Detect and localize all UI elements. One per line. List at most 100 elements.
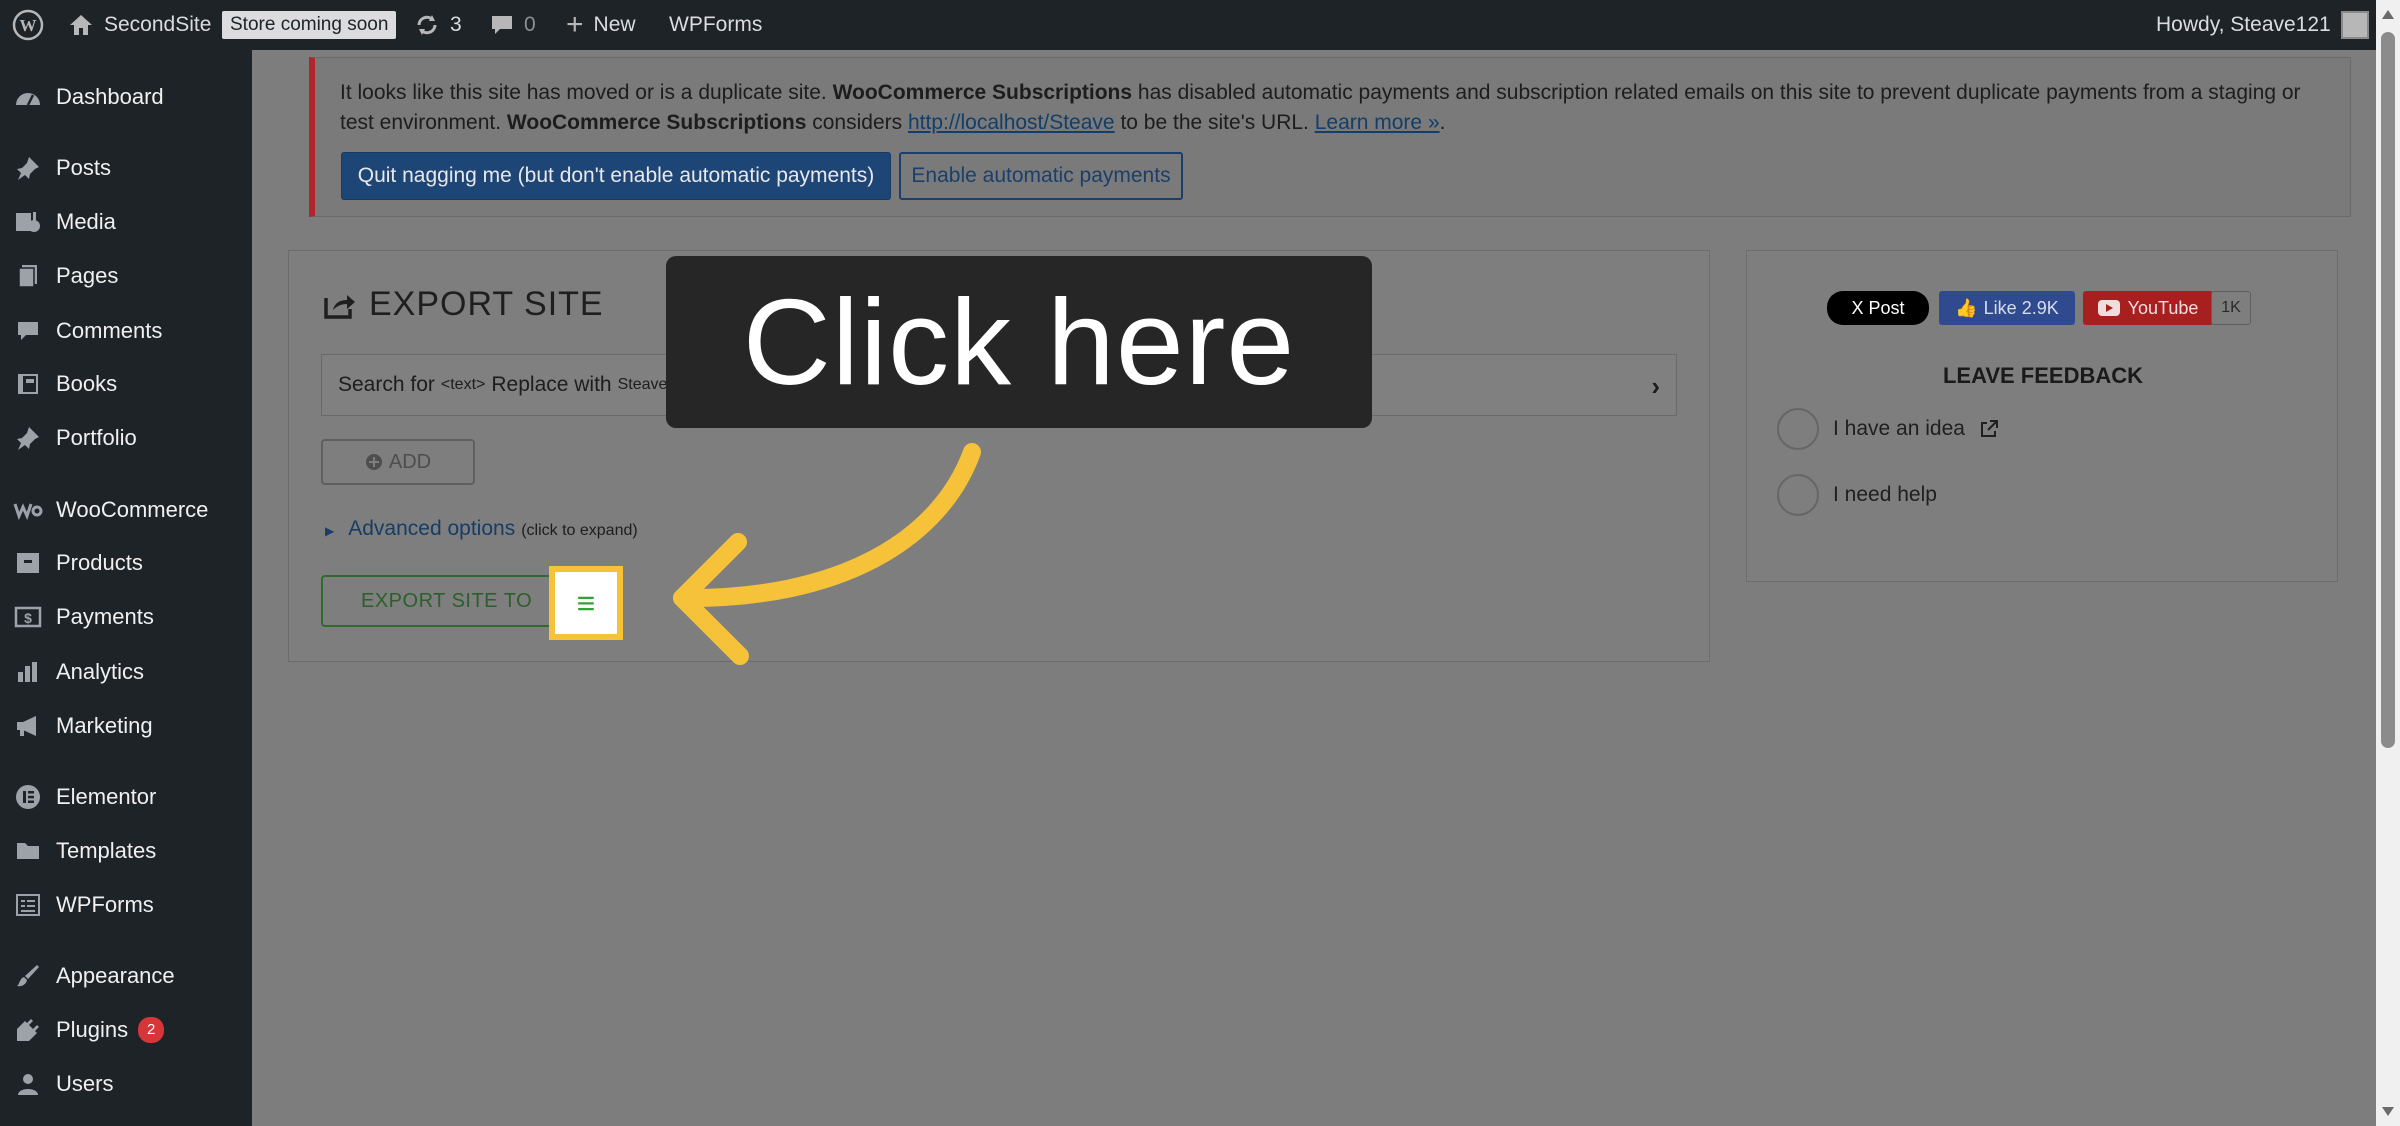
sidebar-label: Portfolio — [56, 425, 137, 450]
sidebar-item-portfolio[interactable]: Portfolio — [0, 413, 252, 463]
hamburger-icon: ≡ — [576, 584, 596, 621]
search-text-placeholder: <text> — [440, 376, 486, 393]
export-menu-toggle-button[interactable]: ≡ — [549, 566, 623, 640]
sidebar-item-appearance[interactable]: Appearance — [0, 951, 252, 1001]
scrollbar-thumb[interactable] — [2381, 32, 2395, 748]
plugins-update-count: 2 — [138, 1017, 165, 1043]
thumbs-up-icon: 👍 — [1955, 297, 1978, 318]
wordpress-logo-icon[interactable]: W — [12, 0, 44, 50]
home-icon — [70, 15, 92, 35]
scroll-down-icon[interactable] — [2382, 1107, 2394, 1116]
leave-feedback-heading: LEAVE FEEDBACK — [1942, 363, 2144, 388]
plus-circle-icon — [365, 454, 382, 470]
external-link-icon — [1980, 420, 1998, 437]
sidebar-item-payments[interactable]: $ Payments — [0, 592, 252, 642]
updates-icon — [417, 15, 437, 35]
payments-icon: $ — [0, 605, 56, 629]
comments-count: 0 — [524, 13, 536, 36]
analytics-icon — [0, 660, 56, 684]
sidebar-label: Analytics — [56, 659, 145, 684]
radio-button[interactable] — [1777, 408, 1819, 450]
scroll-up-icon[interactable] — [2382, 10, 2394, 19]
woocommerce-icon — [0, 500, 56, 520]
sidebar-item-books[interactable]: Books — [0, 359, 252, 409]
sidebar-item-marketing[interactable]: Marketing — [0, 701, 252, 751]
radio-button[interactable] — [1777, 474, 1819, 516]
updates-link[interactable]: 3 — [414, 0, 462, 50]
plug-icon — [0, 1017, 56, 1043]
sidebar-item-posts[interactable]: Posts — [0, 143, 252, 193]
new-content-link[interactable]: + New — [566, 0, 636, 50]
triangle-right-icon: ▶ — [325, 524, 335, 538]
new-label: New — [593, 13, 636, 36]
curved-arrow-icon — [673, 443, 981, 665]
sidebar-item-analytics[interactable]: Analytics — [0, 647, 252, 697]
my-account[interactable]: Howdy, Steave121 — [2156, 0, 2369, 50]
youtube-count: 1K — [2211, 291, 2251, 325]
sidebar-item-dashboard[interactable]: Dashboard — [0, 72, 252, 122]
products-icon — [0, 551, 56, 575]
megaphone-icon — [0, 714, 56, 738]
sidebar-item-comments[interactable]: Comments — [0, 306, 252, 356]
folder-icon — [0, 840, 56, 862]
feedback-option-help[interactable]: I need help — [1777, 473, 1937, 517]
sidebar-label: Books — [56, 371, 118, 396]
updates-count: 3 — [450, 13, 462, 36]
sidebar-label: WPForms — [56, 892, 154, 917]
sidebar-label: Media — [56, 209, 116, 234]
feedback-option-idea[interactable]: I have an idea — [1777, 407, 1999, 451]
brush-icon — [0, 963, 56, 989]
youtube-icon — [2097, 300, 2120, 316]
sidebar-label: Posts — [56, 155, 112, 180]
add-button[interactable]: ADD — [321, 439, 475, 485]
admin-sidebar: Dashboard Posts Media Pages Comments Boo… — [0, 50, 252, 1126]
sidebar-item-products[interactable]: Products — [0, 538, 252, 588]
sidebar-item-media[interactable]: Media — [0, 197, 252, 247]
comments-link[interactable]: 0 — [490, 0, 536, 50]
sidebar-label: Dashboard — [56, 84, 164, 109]
click-here-callout: Click here — [666, 256, 1372, 428]
avatar — [2340, 11, 2369, 39]
sidebar-item-users[interactable]: Users — [0, 1059, 252, 1109]
admin-bar: W SecondSite Store coming soon 3 0 + New… — [0, 0, 2400, 50]
wpforms-link[interactable]: WPForms — [669, 0, 762, 50]
svg-text:W: W — [20, 16, 37, 35]
sidebar-item-woocommerce[interactable]: WooCommerce — [0, 485, 252, 535]
advanced-options-toggle[interactable]: ▶ Advanced options (click to expand) — [325, 517, 638, 541]
sidebar-label: Elementor — [56, 784, 157, 809]
sidebar-label: Appearance — [56, 963, 175, 988]
wpforms-label: WPForms — [669, 13, 763, 36]
youtube-subscribe-button[interactable]: YouTube — [2083, 291, 2213, 325]
site-name: SecondSite — [104, 13, 212, 36]
plus-icon: + — [566, 8, 584, 41]
sidebar-item-plugins[interactable]: Plugins 2 — [0, 1005, 252, 1055]
notice-text: It looks like this site has moved or is … — [340, 81, 2301, 134]
sidebar-item-wpforms[interactable]: WPForms — [0, 880, 252, 930]
chevron-right-icon[interactable]: › — [1651, 371, 1660, 402]
sidebar-item-elementor[interactable]: Elementor — [0, 772, 252, 822]
sidebar-label: WooCommerce — [56, 497, 209, 522]
sidebar-label: Payments — [56, 604, 154, 629]
store-coming-soon-badge[interactable]: Store coming soon — [222, 0, 397, 50]
main-content: It looks like this site has moved or is … — [252, 50, 2376, 1126]
pin-icon — [0, 155, 56, 181]
sidebar-item-pages[interactable]: Pages — [0, 251, 252, 301]
sidebar-label: Pages — [56, 263, 119, 288]
page-scrollbar[interactable] — [2376, 0, 2400, 1126]
sidebar-label: Comments — [56, 318, 163, 343]
user-icon — [0, 1072, 56, 1096]
pages-icon — [0, 263, 56, 289]
elementor-icon — [0, 784, 56, 810]
howdy-text: Howdy, Steave121 — [2156, 13, 2331, 36]
site-url-link[interactable]: http://localhost/Steave — [908, 111, 1115, 134]
x-post-button[interactable]: X Post — [1827, 291, 1929, 325]
sidebar-label: Products — [56, 550, 143, 575]
facebook-like-button[interactable]: 👍 Like 2.9K — [1939, 291, 2075, 325]
export-site-title: EXPORT SITE — [323, 285, 604, 324]
site-name-link[interactable]: SecondSite — [68, 0, 211, 50]
enable-automatic-payments-button[interactable]: Enable automatic payments — [899, 152, 1183, 200]
duplicate-site-notice: It looks like this site has moved or is … — [309, 57, 2351, 217]
quit-nagging-button[interactable]: Quit nagging me (but don't enable automa… — [341, 152, 891, 200]
sidebar-item-templates[interactable]: Templates — [0, 826, 252, 876]
learn-more-link[interactable]: Learn more » — [1315, 111, 1440, 134]
